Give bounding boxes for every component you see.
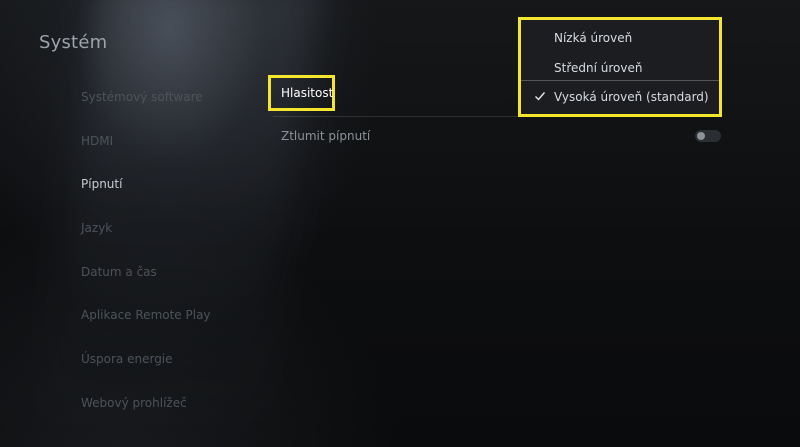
ps5-settings-screen: Systém Systémový software HDMI Pípnutí J… bbox=[0, 0, 800, 447]
sidebar-item-web-browser[interactable]: Webový prohlížeč bbox=[81, 394, 261, 438]
sidebar-item-system-software[interactable]: Systémový software bbox=[81, 88, 261, 132]
option-label: Vysoká úroveň (standard) bbox=[554, 90, 709, 104]
sidebar-item-beep[interactable]: Pípnutí bbox=[81, 175, 261, 219]
option-label: Střední úroveň bbox=[554, 61, 643, 75]
sidebar-item-remote-play[interactable]: Aplikace Remote Play bbox=[81, 306, 261, 350]
checkmark-icon bbox=[534, 89, 546, 103]
sidebar-item-language[interactable]: Jazyk bbox=[81, 219, 261, 263]
dropdown-option-low[interactable]: Nízká úroveň bbox=[521, 25, 719, 54]
settings-sidebar: Systémový software HDMI Pípnutí Jazyk Da… bbox=[81, 88, 261, 438]
section-title: Systém bbox=[39, 32, 108, 53]
sidebar-item-date-time[interactable]: Datum a čas bbox=[81, 263, 261, 307]
volume-level-dropdown: Nízká úroveň Střední úroveň Vysoká úrove… bbox=[518, 17, 722, 117]
dropdown-option-high-standard[interactable]: Vysoká úroveň (standard) bbox=[521, 84, 719, 113]
option-label: Nízká úroveň bbox=[554, 31, 633, 45]
sidebar-item-hdmi[interactable]: HDMI bbox=[81, 132, 261, 176]
mute-beep-toggle[interactable] bbox=[695, 130, 721, 142]
mute-beep-row[interactable]: Ztlumit pípnutí bbox=[281, 127, 721, 147]
volume-label: Hlasitost bbox=[281, 86, 334, 100]
volume-setting-row[interactable]: Hlasitost bbox=[268, 75, 335, 111]
sidebar-item-power-saving[interactable]: Úspora energie bbox=[81, 350, 261, 394]
dropdown-divider bbox=[521, 80, 719, 81]
mute-beep-label: Ztlumit pípnutí bbox=[281, 129, 371, 143]
toggle-knob bbox=[697, 132, 705, 140]
